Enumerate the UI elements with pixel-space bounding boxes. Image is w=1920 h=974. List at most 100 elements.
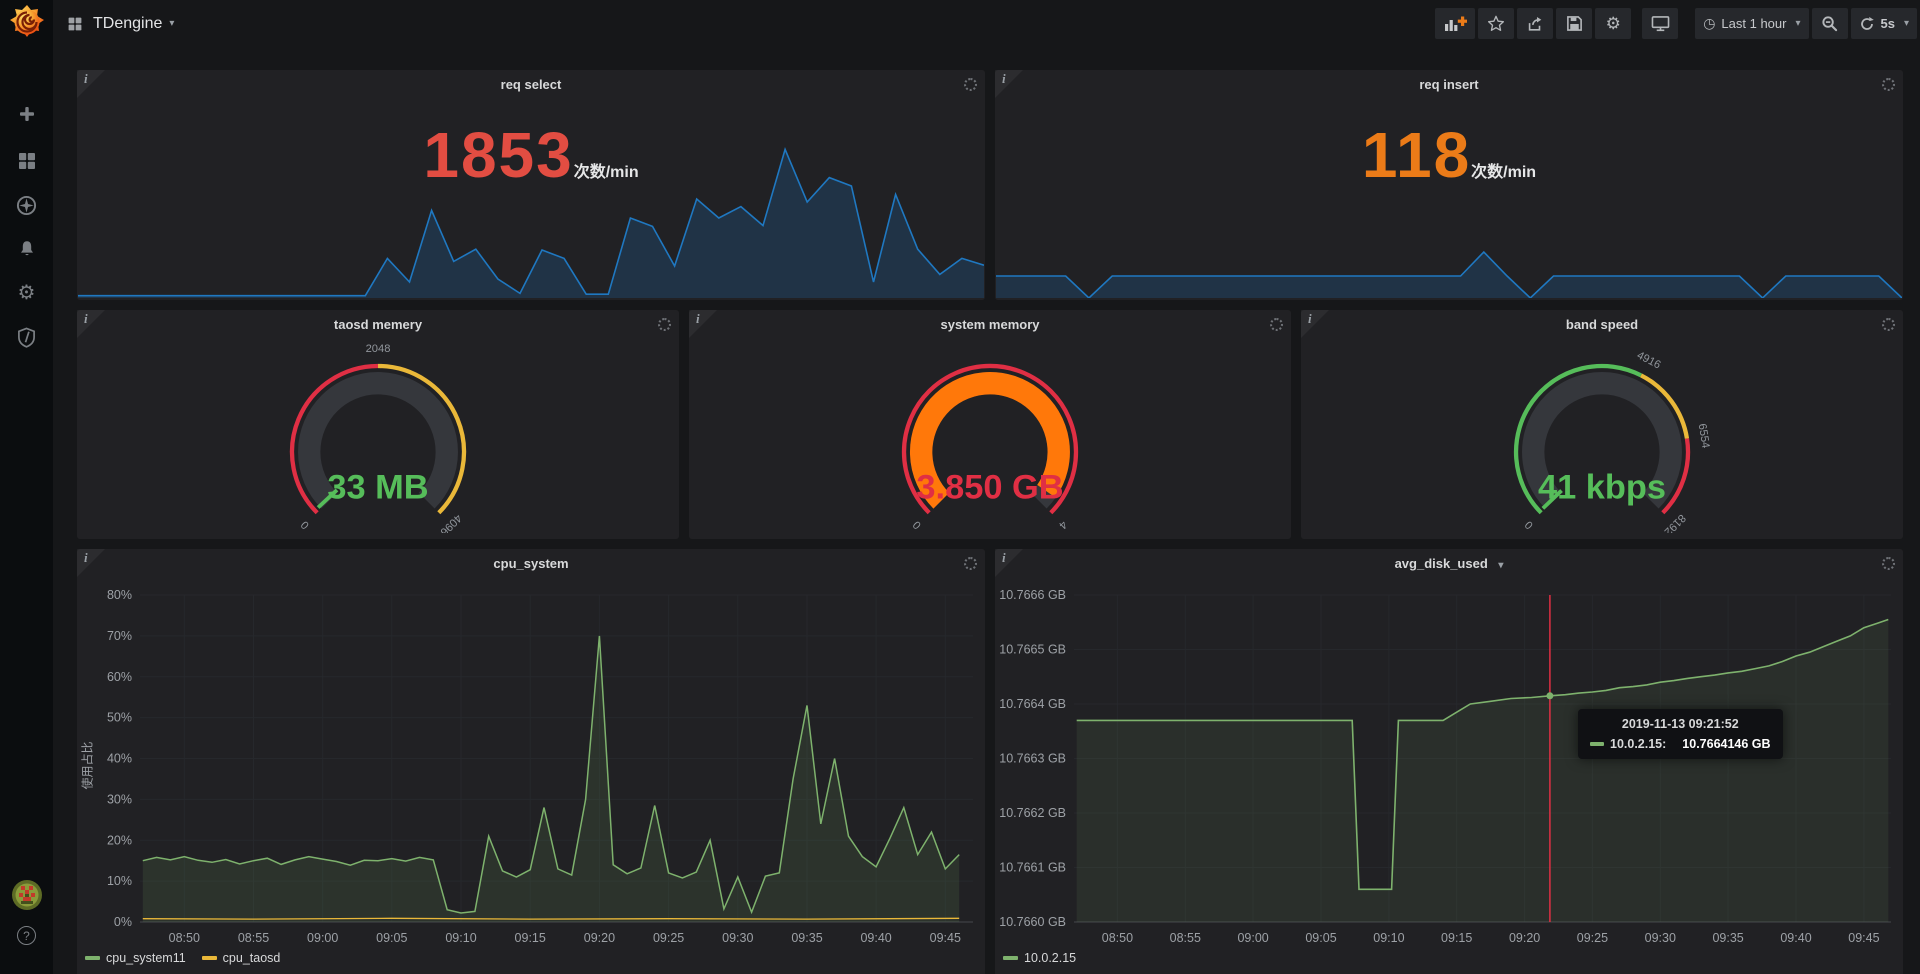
cpu-chart-plot[interactable]: 08:5008:5509:0009:0509:1009:1509:2009:25… <box>77 549 985 974</box>
refresh-picker[interactable]: 5s ▾ <box>1851 8 1918 39</box>
sidebar-item-explore[interactable] <box>0 195 53 216</box>
side-menu: ⚙ ? <box>0 0 53 974</box>
panel-cpu-system: i cpu_system 08:5008:5509:0009:0509:1009… <box>77 549 985 974</box>
svg-text:09:35: 09:35 <box>1712 931 1743 945</box>
svg-text:20%: 20% <box>107 833 132 847</box>
add-panel-icon <box>1443 15 1467 33</box>
svg-text:08:50: 08:50 <box>1102 931 1133 945</box>
shield-icon <box>17 327 36 348</box>
tooltip-series: 10.0.2.15: <box>1610 737 1666 751</box>
svg-text:09:05: 09:05 <box>376 931 407 945</box>
gear-icon: ⚙ <box>18 283 36 303</box>
chart-legend: 10.0.2.15 <box>1003 951 1076 965</box>
time-range-label: Last 1 hour <box>1721 16 1786 31</box>
svg-text:08:55: 08:55 <box>1170 931 1201 945</box>
sidebar-item-server-admin[interactable] <box>0 327 53 348</box>
sidebar-item-configuration[interactable]: ⚙ <box>0 283 53 303</box>
sidebar-item-create[interactable] <box>0 104 53 124</box>
panel-title[interactable]: system memory <box>689 317 1291 332</box>
svg-text:60%: 60% <box>107 670 132 684</box>
save-icon <box>1566 15 1583 32</box>
series-color-dash <box>1003 956 1018 960</box>
svg-text:09:45: 09:45 <box>1848 931 1879 945</box>
add-panel-button[interactable] <box>1435 8 1475 39</box>
time-range-picker[interactable]: ◷ Last 1 hour ▾ <box>1695 8 1808 39</box>
svg-text:09:25: 09:25 <box>1577 931 1608 945</box>
disk-chart-plot[interactable]: 08:5008:5509:0009:0509:1009:1509:2009:25… <box>995 549 1903 974</box>
svg-text:09:15: 09:15 <box>515 931 546 945</box>
svg-text:09:20: 09:20 <box>584 931 615 945</box>
panel-title[interactable]: req insert <box>995 77 1903 92</box>
dashboard-picker[interactable]: TDengine ▾ <box>67 15 174 33</box>
legend-item[interactable]: 10.0.2.15 <box>1003 951 1076 965</box>
avatar <box>12 880 42 910</box>
zoom-out-time-button[interactable] <box>1812 8 1848 39</box>
svg-text:4096: 4096 <box>438 512 464 533</box>
svg-text:10.7662 GB: 10.7662 GB <box>999 806 1066 820</box>
svg-text:09:40: 09:40 <box>860 931 891 945</box>
cycle-view-mode-button[interactable] <box>1642 8 1678 39</box>
refresh-icon[interactable] <box>1859 16 1875 32</box>
svg-text:2048: 2048 <box>366 343 391 355</box>
legend-item[interactable]: cpu_taosd <box>202 951 281 965</box>
svg-text:0%: 0% <box>114 915 132 929</box>
svg-text:10.7663 GB: 10.7663 GB <box>999 752 1066 766</box>
svg-text:70%: 70% <box>107 629 132 643</box>
bell-icon <box>17 239 37 259</box>
gear-icon: ⚙ <box>1606 14 1621 34</box>
panel-menu-caret-icon[interactable]: ▾ <box>1498 560 1503 571</box>
svg-text:08:50: 08:50 <box>169 931 200 945</box>
star-icon <box>1487 15 1505 32</box>
svg-text:09:40: 09:40 <box>1780 931 1811 945</box>
svg-text:09:05: 09:05 <box>1305 931 1336 945</box>
series-color-dash <box>202 956 217 960</box>
gauge: 049166554819241 kbps <box>1473 340 1731 533</box>
stat-unit: 次数/min <box>1471 164 1536 181</box>
sidebar-item-dashboards[interactable] <box>0 151 53 171</box>
panel-title[interactable]: cpu_system <box>77 556 985 571</box>
star-dashboard-button[interactable] <box>1478 8 1514 39</box>
share-icon <box>1526 15 1544 33</box>
panel-title[interactable]: req select <box>77 77 985 92</box>
sidebar-item-alerting[interactable] <box>0 239 53 259</box>
refresh-interval-label[interactable]: 5s <box>1881 16 1895 31</box>
tooltip-value: 10.7664146 GB <box>1682 737 1770 751</box>
svg-text:33 MB: 33 MB <box>327 468 428 506</box>
user-avatar[interactable] <box>0 880 53 910</box>
y-axis-label: 使用占比 <box>79 730 96 802</box>
panel-req-select: i req select 1853次数/min <box>77 70 985 300</box>
svg-text:50%: 50% <box>107 711 132 725</box>
svg-text:4: 4 <box>1056 518 1069 531</box>
svg-text:09:10: 09:10 <box>1373 931 1404 945</box>
svg-text:10%: 10% <box>107 874 132 888</box>
svg-text:80%: 80% <box>107 588 132 602</box>
svg-text:09:45: 09:45 <box>930 931 961 945</box>
svg-text:09:30: 09:30 <box>722 931 753 945</box>
panel-taosd-memory: i taosd memery 02048409633 MB <box>77 310 679 539</box>
chevron-down-icon: ▾ <box>169 18 174 29</box>
chevron-down-icon: ▾ <box>1795 18 1800 29</box>
svg-text:09:00: 09:00 <box>307 931 338 945</box>
panel-title[interactable]: taosd memery <box>77 317 679 332</box>
legend-item[interactable]: cpu_system11 <box>85 951 186 965</box>
singlestat-value: 118次数/min <box>995 118 1903 192</box>
svg-text:10.7661 GB: 10.7661 GB <box>999 861 1066 875</box>
svg-text:0: 0 <box>911 518 924 531</box>
navbar-actions: ⚙ ◷ Last 1 hour ▾ <box>1432 8 1917 39</box>
panel-title[interactable]: avg_disk_used ▾ <box>995 556 1903 571</box>
stat-unit: 次数/min <box>574 164 639 181</box>
sidebar-item-help[interactable]: ? <box>0 926 53 945</box>
share-dashboard-button[interactable] <box>1517 8 1553 39</box>
dashboard-grid-icon <box>67 16 83 32</box>
svg-text:10.7665 GB: 10.7665 GB <box>999 643 1066 657</box>
tooltip-timestamp: 2019-11-13 09:21:52 <box>1590 717 1771 731</box>
grafana-logo[interactable] <box>9 4 45 42</box>
save-dashboard-button[interactable] <box>1556 8 1592 39</box>
panel-title[interactable]: band speed <box>1301 317 1903 332</box>
svg-text:6554: 6554 <box>1696 423 1712 449</box>
chevron-down-icon: ▾ <box>1904 18 1909 29</box>
gauge: 043.850 GB <box>861 340 1119 533</box>
dashboard-title: TDengine <box>93 15 162 33</box>
svg-text:09:25: 09:25 <box>653 931 684 945</box>
dashboard-settings-button[interactable]: ⚙ <box>1595 8 1631 39</box>
